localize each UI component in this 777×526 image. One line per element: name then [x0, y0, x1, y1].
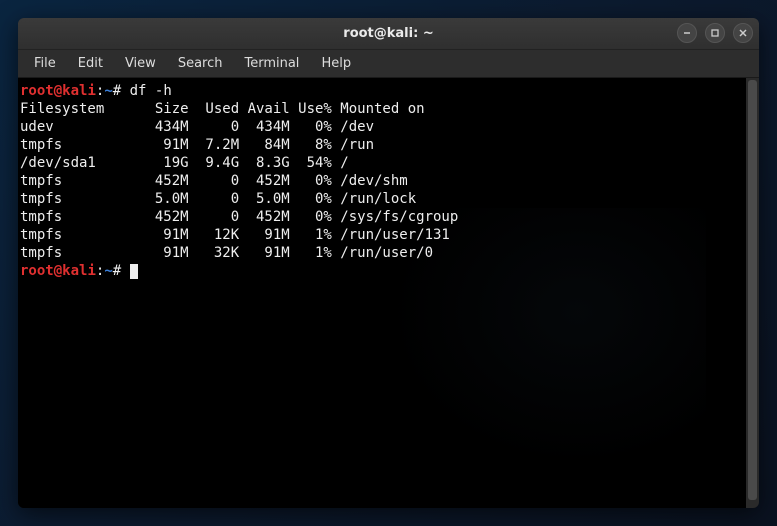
close-button[interactable]: [733, 23, 753, 43]
scrollbar[interactable]: [746, 78, 759, 508]
maximize-icon: [710, 28, 720, 38]
scrollbar-thumb[interactable]: [748, 80, 757, 500]
menu-view[interactable]: View: [115, 53, 166, 74]
window-title: root@kali: ~: [343, 26, 433, 41]
titlebar: root@kali: ~: [18, 18, 759, 50]
menu-search[interactable]: Search: [168, 53, 233, 74]
maximize-button[interactable]: [705, 23, 725, 43]
menubar: File Edit View Search Terminal Help: [18, 50, 759, 78]
terminal-window: root@kali: ~ File Edit View Search Termi…: [18, 18, 759, 508]
minimize-button[interactable]: [677, 23, 697, 43]
menu-edit[interactable]: Edit: [68, 53, 113, 74]
close-icon: [738, 28, 748, 38]
window-controls: [677, 23, 753, 43]
menu-help[interactable]: Help: [311, 53, 361, 74]
minimize-icon: [682, 28, 692, 38]
cursor: [130, 264, 138, 279]
menu-terminal[interactable]: Terminal: [234, 53, 309, 74]
menu-file[interactable]: File: [24, 53, 66, 74]
terminal[interactable]: root@kali:~# df -h Filesystem Size Used …: [18, 78, 746, 508]
terminal-area: root@kali:~# df -h Filesystem Size Used …: [18, 78, 759, 508]
